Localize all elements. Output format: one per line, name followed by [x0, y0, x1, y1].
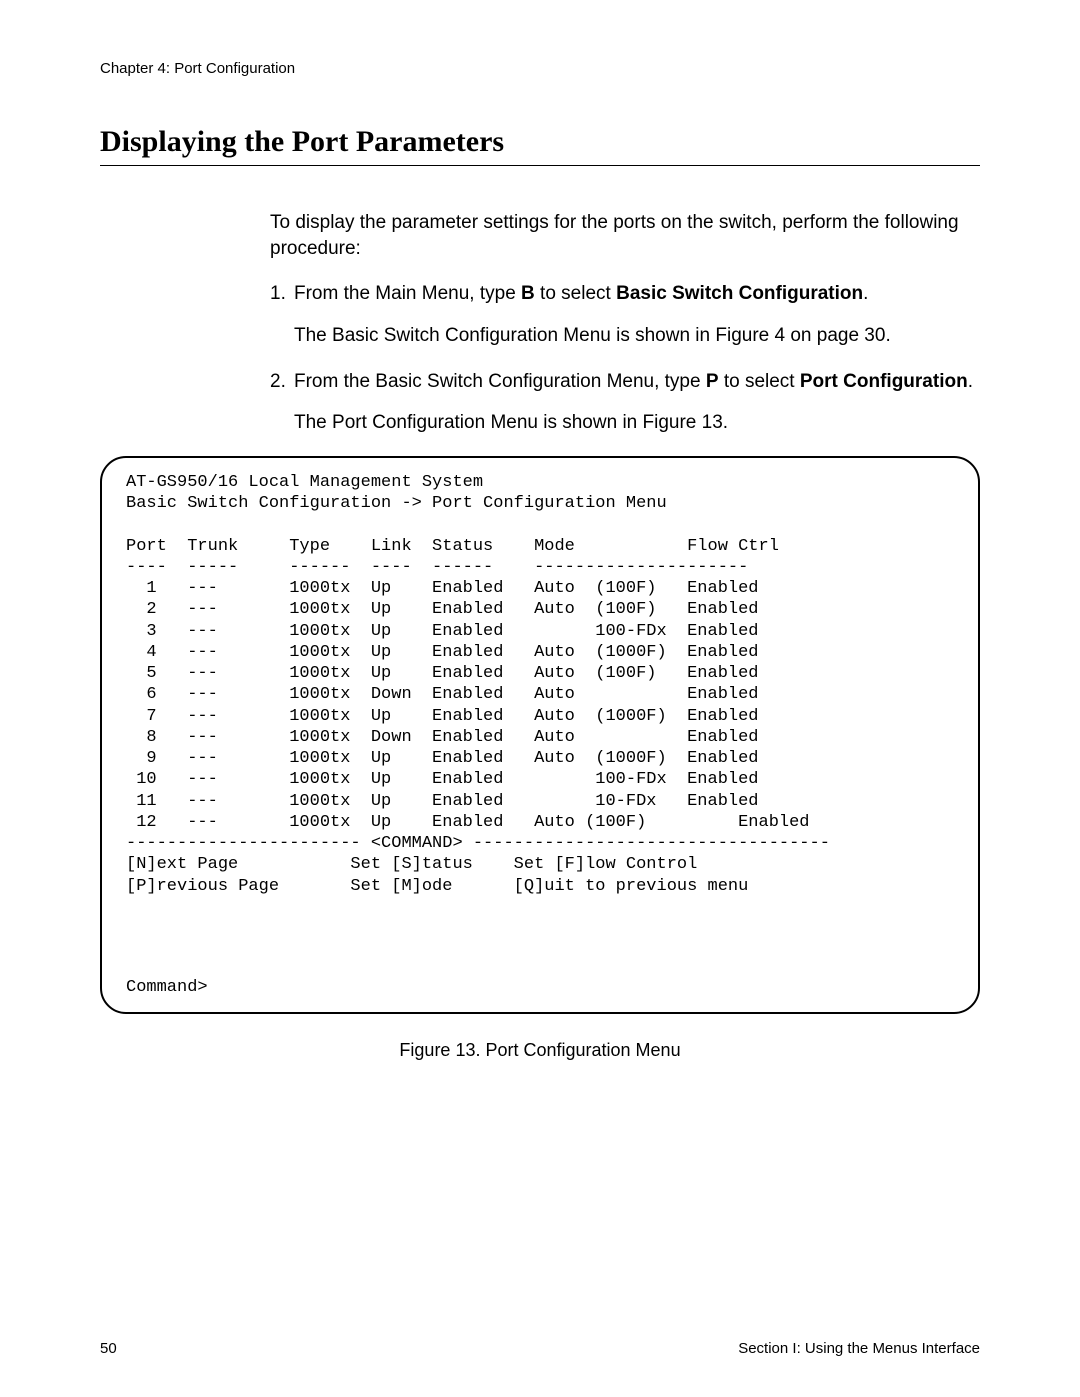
table-row: 7 --- 1000tx Up Enabled Auto (1000F) Ena…: [126, 706, 954, 727]
table-sep-row: ---- ----- ------ ---- ------ ----------…: [126, 557, 954, 578]
step-text-mid: to select: [535, 283, 616, 304]
figure-caption: Figure 13. Port Configuration Menu: [100, 1040, 980, 1061]
table-row: 6 --- 1000tx Down Enabled Auto Enabled: [126, 684, 954, 705]
table-row: 1 --- 1000tx Up Enabled Auto (100F) Enab…: [126, 578, 954, 599]
step-2: 2. From the Basic Switch Configuration M…: [270, 369, 980, 395]
step-text-pre: From the Basic Switch Configuration Menu…: [294, 371, 706, 392]
table-header-row: Port Trunk Type Link Status Mode Flow Ct…: [126, 536, 954, 557]
step-text-mid: to select: [719, 371, 800, 392]
step-suffix: .: [968, 371, 973, 392]
page-number: 50: [100, 1340, 117, 1357]
step-text: From the Basic Switch Configuration Menu…: [294, 369, 980, 395]
step-key: B: [521, 283, 535, 304]
section-label: Section I: Using the Menus Interface: [738, 1340, 980, 1357]
table-row: 12 --- 1000tx Up Enabled Auto (100F) Ena…: [126, 812, 954, 833]
table-row: 3 --- 1000tx Up Enabled 100-FDx Enabled: [126, 621, 954, 642]
intro-paragraph: To display the parameter settings for th…: [270, 210, 980, 261]
table-row: 4 --- 1000tx Up Enabled Auto (1000F) Ena…: [126, 642, 954, 663]
table-row: 9 --- 1000tx Up Enabled Auto (1000F) Ena…: [126, 748, 954, 769]
title-divider: [100, 165, 980, 166]
step-2-sub: The Port Configuration Menu is shown in …: [294, 410, 980, 436]
table-row: 10 --- 1000tx Up Enabled 100-FDx Enabled: [126, 769, 954, 790]
table-row: 11 --- 1000tx Up Enabled 10-FDx Enabled: [126, 791, 954, 812]
terminal-prompt: Command>: [126, 977, 954, 998]
step-number: 2.: [270, 369, 294, 395]
table-body: 1 --- 1000tx Up Enabled Auto (100F) Enab…: [126, 578, 954, 833]
page-title: Displaying the Port Parameters: [100, 125, 980, 159]
step-bold: Basic Switch Configuration: [616, 283, 863, 304]
table-row: 8 --- 1000tx Down Enabled Auto Enabled: [126, 727, 954, 748]
step-text: From the Main Menu, type B to select Bas…: [294, 281, 980, 307]
step-1: 1. From the Main Menu, type B to select …: [270, 281, 980, 307]
step-bold: Port Configuration: [800, 371, 968, 392]
terminal-commands: [N]ext Page Set [S]tatus Set [F]low Cont…: [126, 854, 954, 897]
page: Chapter 4: Port Configuration Displaying…: [0, 0, 1080, 1397]
page-footer: 50 Section I: Using the Menus Interface: [100, 1340, 980, 1357]
terminal-command-sep: ----------------------- <COMMAND> ------…: [126, 833, 954, 854]
body-column: To display the parameter settings for th…: [270, 210, 980, 436]
table-row: 2 --- 1000tx Up Enabled Auto (100F) Enab…: [126, 599, 954, 620]
terminal-frame: AT-GS950/16 Local Management SystemBasic…: [100, 456, 980, 1014]
chapter-header: Chapter 4: Port Configuration: [100, 60, 980, 77]
terminal-title: AT-GS950/16 Local Management System: [126, 472, 954, 493]
step-suffix: .: [863, 283, 868, 304]
table-row: 5 --- 1000tx Up Enabled Auto (100F) Enab…: [126, 663, 954, 684]
step-key: P: [706, 371, 719, 392]
step-text-pre: From the Main Menu, type: [294, 283, 521, 304]
step-number: 1.: [270, 281, 294, 307]
step-1-sub: The Basic Switch Configuration Menu is s…: [294, 323, 980, 349]
terminal-breadcrumb: Basic Switch Configuration -> Port Confi…: [126, 493, 954, 514]
